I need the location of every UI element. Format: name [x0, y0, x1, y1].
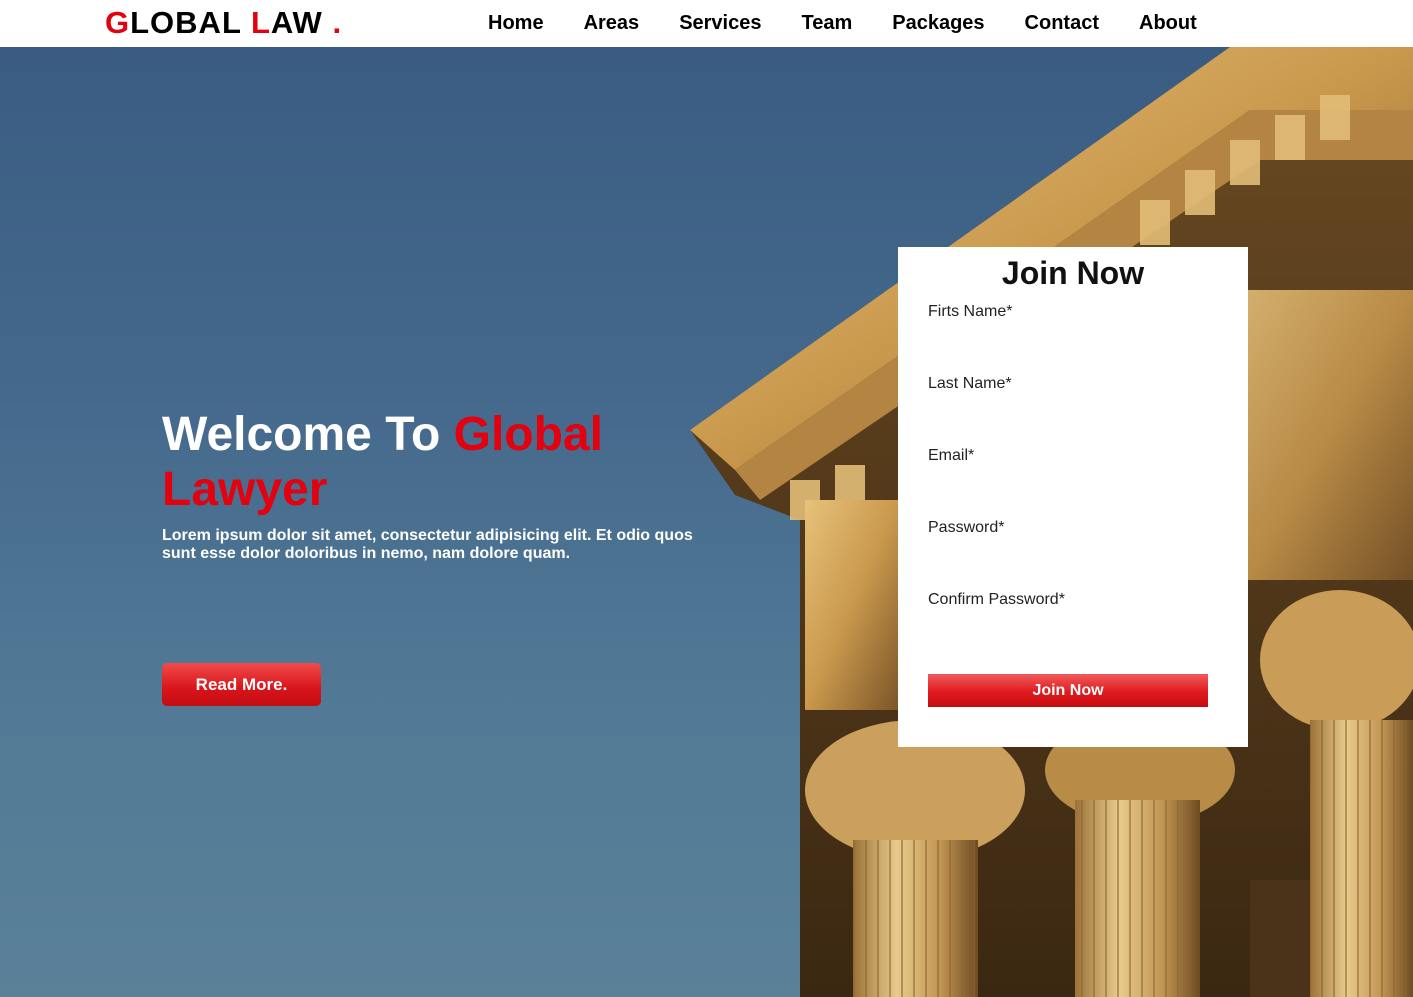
password-input[interactable] — [928, 541, 1208, 569]
logo-letter-g: G — [105, 5, 131, 40]
nav-link-about[interactable]: About — [1119, 0, 1217, 47]
hero-title-white: Welcome To — [162, 408, 454, 461]
email-input[interactable] — [928, 469, 1208, 497]
email-label: Email* — [928, 447, 975, 464]
confirm-password-label: Confirm Password* — [928, 591, 1065, 608]
password-label: Password* — [928, 519, 1005, 536]
first-name-field: Firts Name* — [928, 303, 1218, 363]
last-name-input[interactable] — [928, 397, 1208, 425]
read-more-button[interactable]: Read More. — [162, 663, 321, 706]
nav-link-areas[interactable]: Areas — [564, 0, 660, 47]
site-logo[interactable]: GLOBAL LAW . — [105, 5, 342, 41]
nav-link-home[interactable]: Home — [468, 0, 564, 47]
join-form-title: Join Now — [1001, 255, 1145, 291]
nav-link-packages[interactable]: Packages — [872, 0, 1004, 47]
hero-lead-text: Lorem ipsum dolor sit amet, consectetur … — [162, 527, 693, 562]
hero-title: Welcome To Global Lawyer — [162, 407, 722, 517]
join-now-form: Join Now Firts Name* Last Name* Email* P… — [898, 247, 1248, 747]
logo-text-lobal: LOBAL — [130, 5, 251, 40]
main-nav: Home Areas Services Team Packages Contac… — [468, 0, 1217, 47]
password-field: Password* — [928, 519, 1218, 579]
logo-text-aw: AW — [270, 5, 333, 40]
first-name-input[interactable] — [928, 325, 1208, 353]
logo-dot: . — [332, 5, 343, 40]
nav-link-contact[interactable]: Contact — [1005, 0, 1119, 47]
email-field: Email* — [928, 447, 1218, 507]
nav-link-team[interactable]: Team — [781, 0, 872, 47]
join-now-button[interactable]: Join Now — [928, 674, 1208, 707]
last-name-label: Last Name* — [928, 375, 1012, 392]
first-name-label: Firts Name* — [928, 303, 1013, 320]
nav-link-services[interactable]: Services — [659, 0, 781, 47]
top-navbar: GLOBAL LAW . Home Areas Services Team Pa… — [0, 0, 1413, 47]
logo-letter-l: L — [250, 5, 271, 40]
confirm-password-field: Confirm Password* — [928, 591, 1218, 651]
last-name-field: Last Name* — [928, 375, 1218, 435]
confirm-password-input[interactable] — [928, 613, 1208, 641]
